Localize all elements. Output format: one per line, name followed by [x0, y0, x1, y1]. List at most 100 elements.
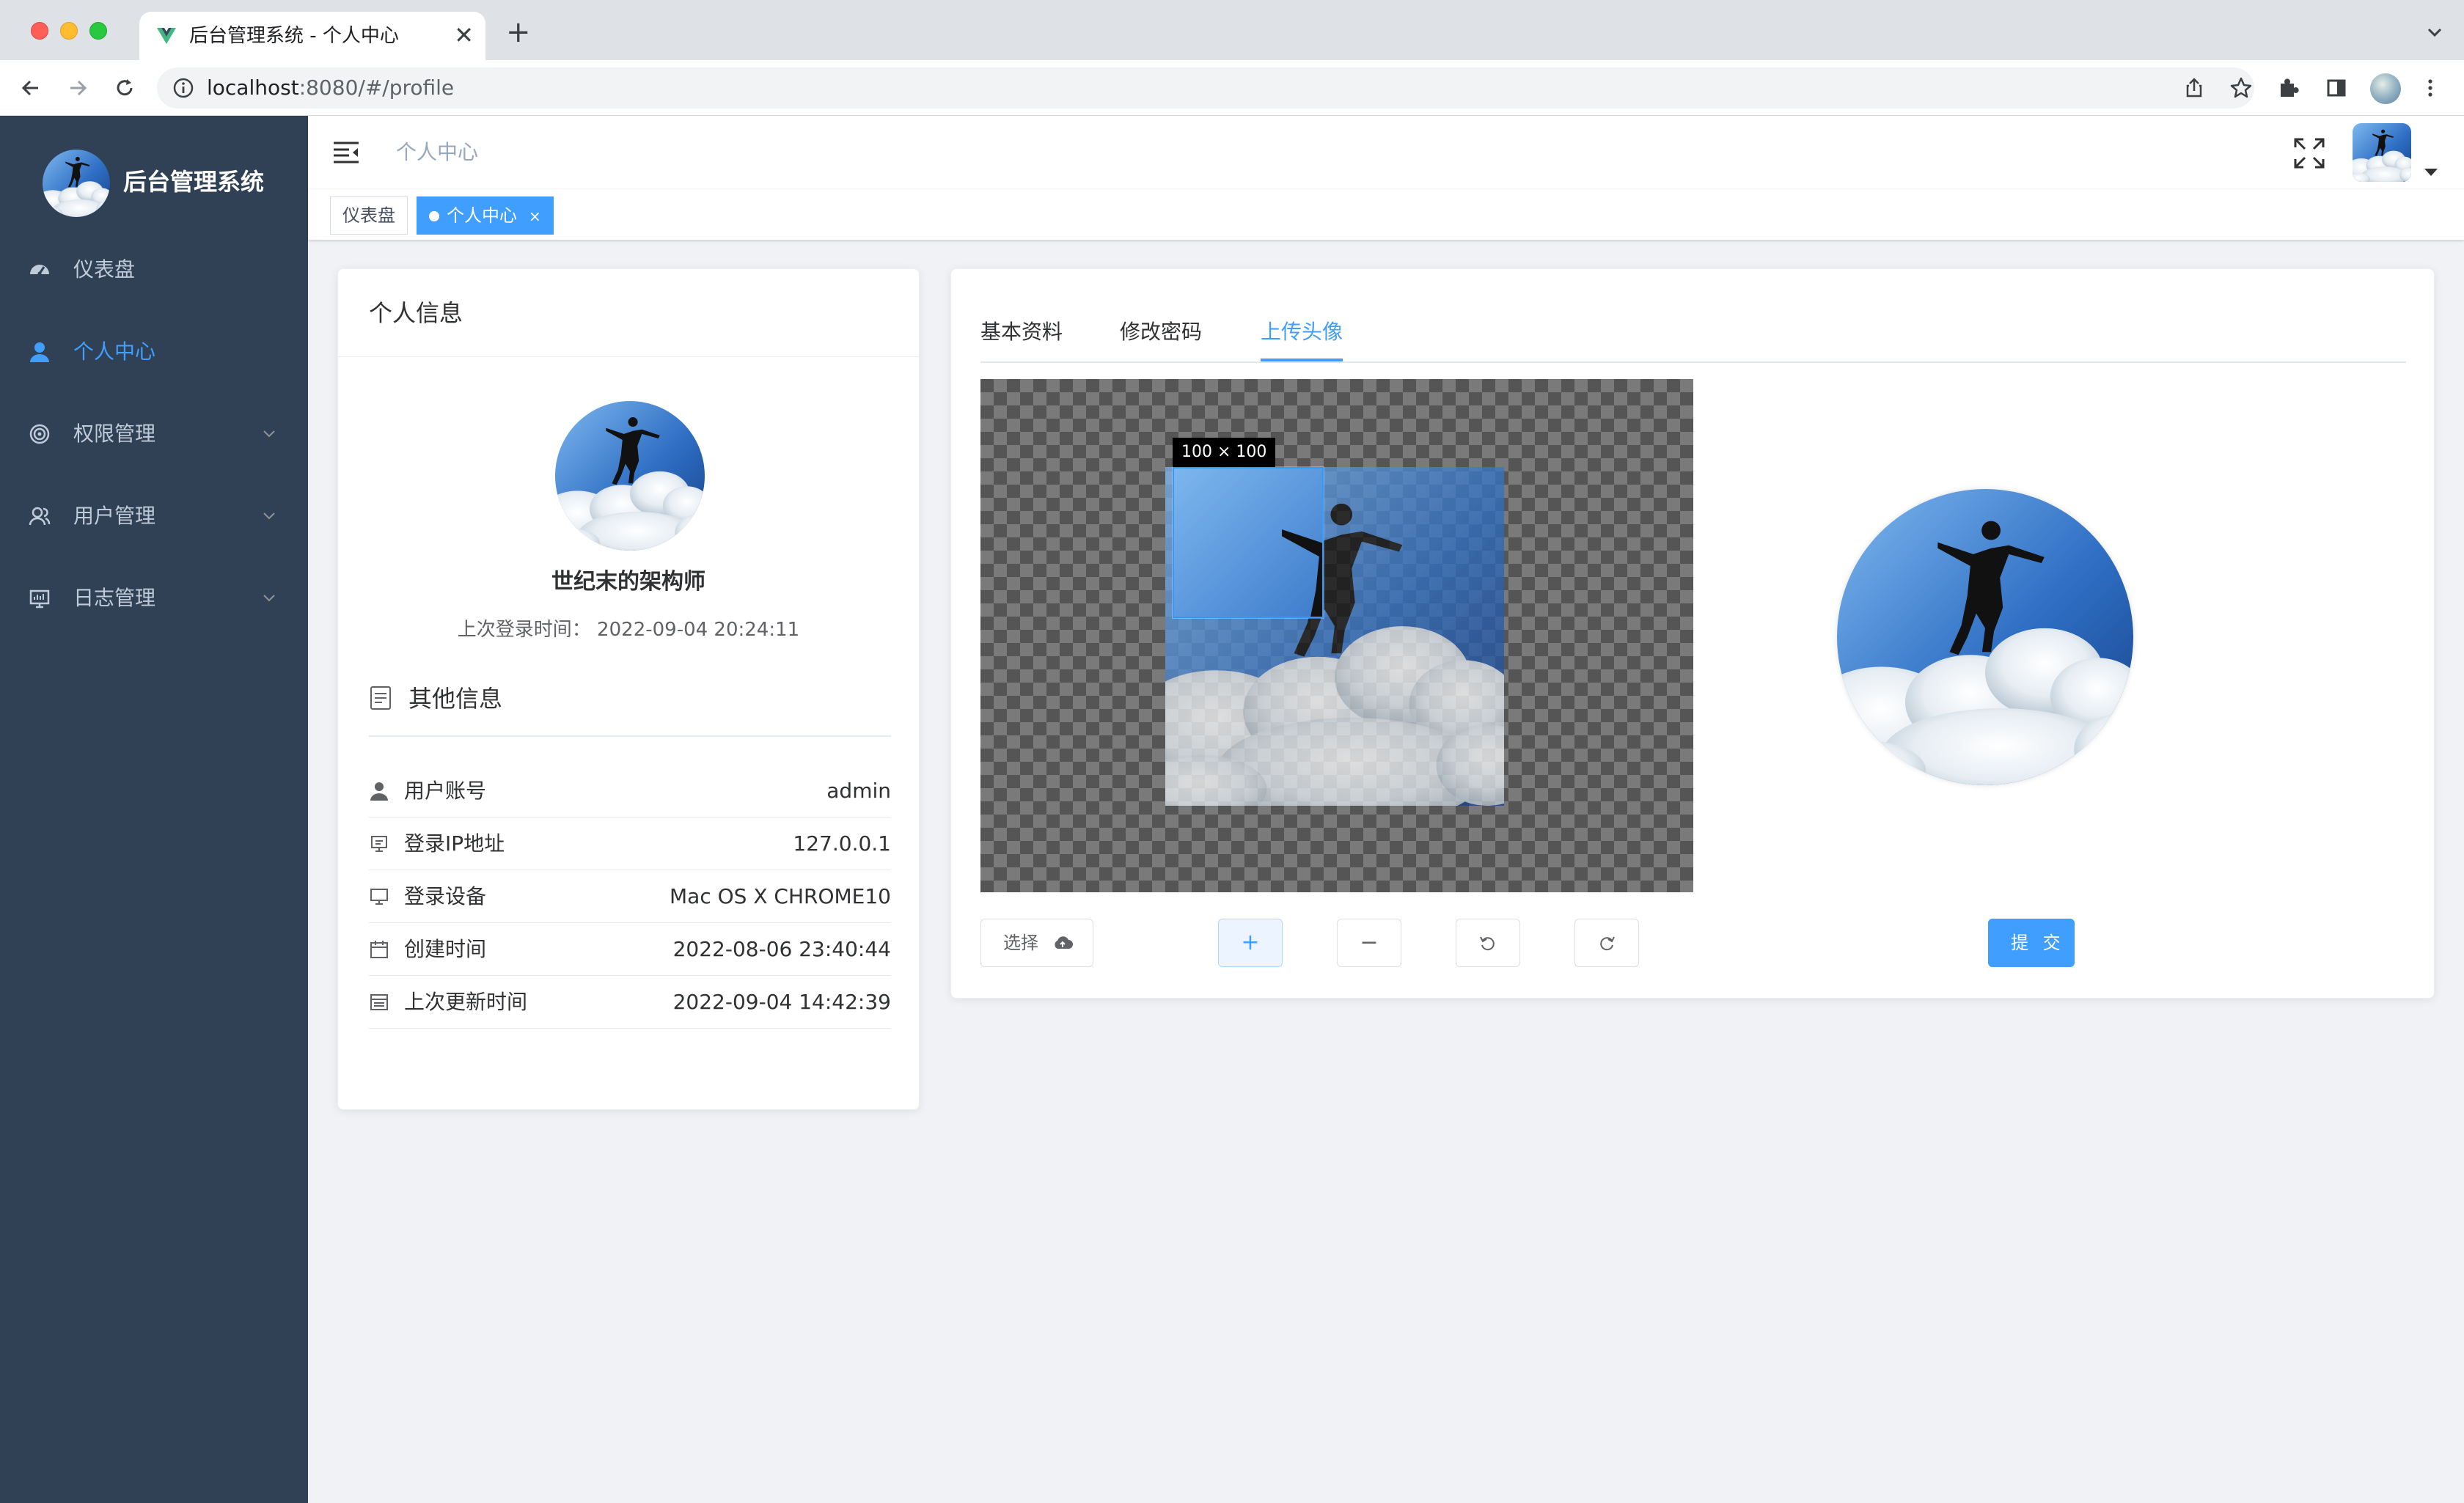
cloud-upload-icon	[1052, 933, 1074, 955]
sidebar: 后台管理系统 仪表盘 个人中心 权限管理 用户管理 日志管理	[0, 116, 308, 1503]
user-icon	[369, 781, 389, 801]
info-label: 创建时间	[404, 937, 487, 961]
tab-basic-info[interactable]: 基本资料	[980, 317, 1063, 347]
info-value: 127.0.0.1	[793, 831, 891, 856]
peoples-icon	[28, 504, 51, 528]
new-tab-button[interactable]: +	[506, 18, 531, 47]
avatar-preview	[1837, 489, 2133, 785]
calendar-icon	[369, 939, 389, 960]
address-bar[interactable]: localhost:8080/#/profile	[157, 67, 2254, 109]
brand-title: 后台管理系统	[123, 168, 265, 196]
rotate-left-icon	[1477, 933, 1499, 955]
tab-search-chevron-icon[interactable]	[2421, 19, 2448, 45]
close-window-button[interactable]	[31, 22, 48, 40]
other-info-header: 其他信息	[369, 684, 891, 737]
rotate-right-icon	[1596, 933, 1618, 955]
document-icon	[369, 686, 392, 710]
share-icon[interactable]	[2181, 75, 2207, 101]
card-header: 个人信息	[338, 269, 919, 357]
info-row-created: 创建时间 2022-08-06 23:40:44	[369, 923, 891, 976]
crop-size-label: 100 × 100	[1173, 438, 1276, 467]
extensions-puzzle-icon[interactable]	[2275, 75, 2301, 101]
bookmark-star-icon[interactable]	[2228, 75, 2254, 101]
sidebar-item-label: 日志管理	[73, 586, 156, 610]
zoom-out-button[interactable]: −	[1337, 919, 1401, 967]
last-login-time: 上次登录时间： 2022-09-04 20:24:11	[457, 619, 800, 641]
select-file-button[interactable]: 选择	[980, 919, 1093, 967]
browser-tab-title: 后台管理系统 - 个人中心	[189, 25, 399, 47]
browser-tabstrip: 后台管理系统 - 个人中心 ✕ +	[0, 0, 2464, 60]
info-label: 上次更新时间	[404, 990, 528, 1014]
header-avatar[interactable]	[2353, 123, 2411, 182]
browser-tab[interactable]: 后台管理系统 - 个人中心 ✕	[139, 12, 485, 60]
tags-view: 仪表盘 个人中心 ×	[308, 189, 2464, 240]
card-title: 个人信息	[369, 299, 463, 327]
tabs-bar: 基本资料 修改密码 上传头像	[980, 310, 2406, 363]
permission-icon	[28, 422, 51, 446]
info-label: 用户账号	[404, 779, 487, 803]
rotate-left-button[interactable]	[1456, 919, 1520, 967]
submit-button[interactable]: 提 交	[1988, 919, 2075, 967]
info-label: 登录设备	[404, 884, 487, 908]
maximize-window-button[interactable]	[89, 22, 107, 40]
fullscreen-icon[interactable]	[2292, 136, 2326, 170]
forward-arrow-icon[interactable]	[65, 75, 91, 101]
avatar-cropper[interactable]: 100 × 100	[980, 379, 1693, 892]
other-info-title: 其他信息	[408, 685, 503, 713]
sidebar-item-label: 权限管理	[73, 422, 156, 446]
info-row-updated: 上次更新时间 2022-09-04 14:42:39	[369, 976, 891, 1029]
close-tag-icon[interactable]: ×	[529, 207, 541, 225]
sidebar-item-dashboard[interactable]: 仪表盘	[0, 229, 308, 311]
caret-down-icon[interactable]	[2424, 169, 2438, 176]
site-info-icon[interactable]	[172, 76, 195, 100]
info-value: admin	[826, 779, 891, 803]
breadcrumb: 个人中心	[396, 140, 479, 164]
plus-icon: +	[1241, 930, 1260, 955]
user-icon	[28, 340, 51, 364]
chevron-down-icon	[261, 425, 277, 441]
sidebar-item-logs[interactable]: 日志管理	[0, 557, 308, 639]
tab-change-password[interactable]: 修改密码	[1120, 317, 1202, 347]
browser-menu-kebab-icon[interactable]	[2417, 75, 2443, 101]
zoom-in-button[interactable]: +	[1218, 919, 1283, 967]
rotate-right-button[interactable]	[1574, 919, 1639, 967]
browser-profile-avatar[interactable]	[2370, 73, 2401, 104]
info-row-account: 用户账号 admin	[369, 765, 891, 817]
tag-dashboard[interactable]: 仪表盘	[330, 196, 408, 235]
select-file-label: 选择	[1003, 933, 1038, 953]
sidebar-item-permission[interactable]: 权限管理	[0, 393, 308, 475]
minus-icon: −	[1360, 930, 1379, 955]
sidebar-item-users[interactable]: 用户管理	[0, 475, 308, 557]
browser-toolbar: localhost:8080/#/profile	[0, 60, 2464, 116]
profile-avatar[interactable]	[555, 401, 705, 551]
tag-profile[interactable]: 个人中心 ×	[417, 196, 554, 235]
tab-upload-avatar[interactable]: 上传头像	[1261, 317, 1343, 347]
vue-logo-icon	[155, 25, 177, 47]
dashboard-icon	[28, 258, 51, 282]
info-value: Mac OS X CHROME10	[670, 884, 891, 908]
close-tab-icon[interactable]: ✕	[454, 21, 474, 50]
log-icon	[28, 587, 51, 610]
update-time-icon	[369, 992, 389, 1013]
info-row-ip: 登录IP地址 127.0.0.1	[369, 817, 891, 870]
hamburger-toggle-icon[interactable]	[331, 138, 361, 167]
personal-info-card: 个人信息 世纪末的架构师 上次登录时间： 2022-09-04 20:24:11…	[337, 268, 920, 1110]
back-arrow-icon[interactable]	[18, 75, 44, 101]
submit-label: 提 交	[2011, 933, 2065, 953]
chevron-down-icon	[261, 589, 277, 606]
username: 世纪末的架构师	[551, 569, 705, 595]
info-value: 2022-09-04 14:42:39	[672, 990, 891, 1014]
info-value: 2022-08-06 23:40:44	[672, 937, 891, 961]
crop-selection-box[interactable]	[1173, 467, 1324, 618]
active-tab-indicator	[1261, 359, 1343, 361]
sidebar-item-profile[interactable]: 个人中心	[0, 311, 308, 393]
settings-card: 基本资料 修改密码 上传头像 100 × 100 选择 + − 提 交	[950, 268, 2435, 999]
info-label: 登录IP地址	[404, 831, 505, 856]
side-panel-icon[interactable]	[2323, 75, 2350, 101]
reload-icon[interactable]	[111, 75, 138, 101]
navbar: 个人中心	[308, 116, 2464, 189]
sidebar-item-label: 仪表盘	[73, 257, 136, 282]
url-text: localhost:8080/#/profile	[207, 76, 455, 100]
sidebar-item-label: 用户管理	[73, 504, 156, 528]
minimize-window-button[interactable]	[60, 22, 78, 40]
